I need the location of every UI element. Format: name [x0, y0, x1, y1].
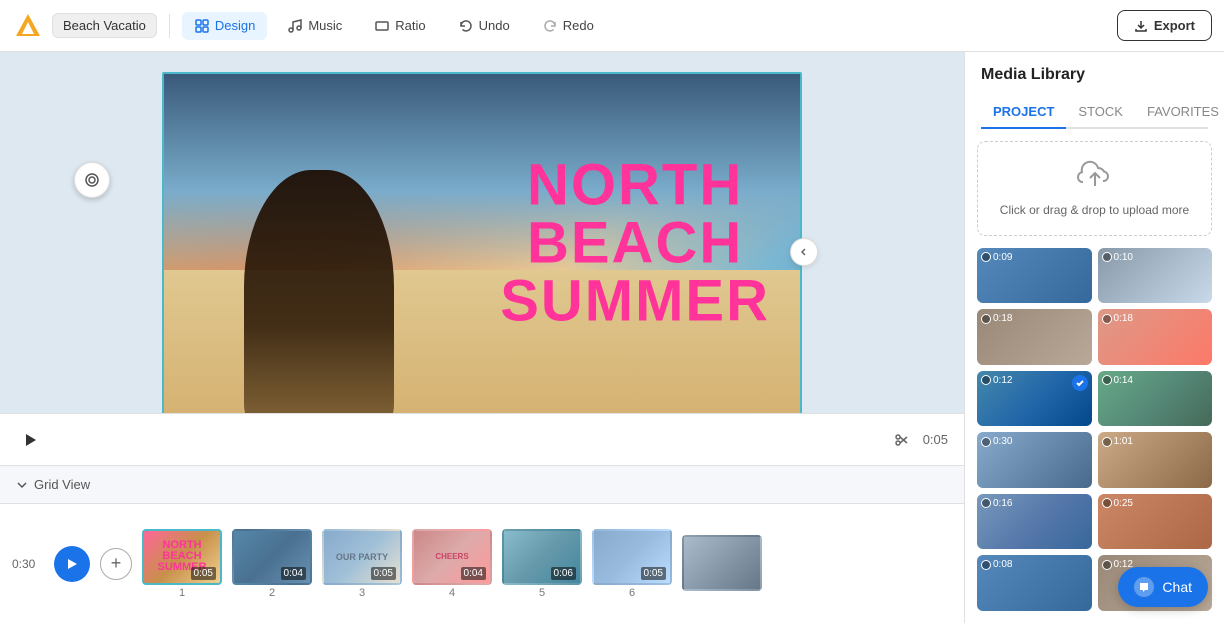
media-item-10[interactable]: 0:25 — [1098, 494, 1213, 550]
media-item-4[interactable]: 0:18 — [1098, 309, 1213, 365]
timeline: 0:30 + NORTHBEACHSUMMER 0:05 1 0:04 — [0, 503, 964, 623]
clip-2[interactable]: 0:04 2 — [232, 529, 312, 599]
export-icon — [1134, 19, 1148, 33]
scissors-btn[interactable] — [893, 431, 911, 449]
media-duration-1: 0:09 — [981, 252, 1012, 263]
chat-btn[interactable]: Chat — [1118, 567, 1208, 607]
clip-4[interactable]: CHEERS 0:04 4 — [412, 529, 492, 599]
logo — [12, 10, 44, 42]
media-duration-3: 0:18 — [981, 313, 1012, 324]
media-duration-6: 0:14 — [1102, 375, 1133, 386]
upload-text: Click or drag & drop to upload more — [1000, 202, 1189, 219]
media-duration-10: 0:25 — [1102, 498, 1133, 509]
clip-thumb-7[interactable] — [682, 535, 762, 591]
media-duration-7: 0:30 — [981, 436, 1012, 447]
media-check-5 — [1072, 375, 1088, 391]
undo-btn[interactable]: Undo — [446, 12, 522, 40]
timeline-time: 0:30 — [12, 557, 44, 571]
media-item-6[interactable]: 0:14 — [1098, 371, 1213, 427]
clip-thumb-2[interactable]: 0:04 — [232, 529, 312, 585]
redo-btn[interactable]: Redo — [530, 12, 606, 40]
media-library-title: Media Library — [981, 66, 1208, 84]
clip-thumb-6[interactable]: 0:05 — [592, 529, 672, 585]
redo-icon — [542, 18, 558, 34]
tab-favorites[interactable]: FAVORITES — [1135, 96, 1224, 129]
media-duration-8: 1:01 — [1102, 436, 1133, 447]
tab-project[interactable]: PROJECT — [981, 96, 1066, 129]
time-display: 0:05 — [923, 432, 948, 447]
media-item-1[interactable]: 0:09 — [977, 248, 1092, 304]
add-clip-btn[interactable]: + — [100, 548, 132, 580]
canvas-video: NORTH BEACH SUMMER — [164, 74, 800, 413]
main-content: NORTH BEACH SUMMER — [0, 52, 1224, 623]
export-btn[interactable]: Export — [1117, 10, 1212, 41]
media-item-2[interactable]: 0:10 — [1098, 248, 1213, 304]
media-duration-9: 0:16 — [981, 498, 1012, 509]
playback-bar: 0:05 — [0, 413, 964, 465]
filter-btn[interactable] — [74, 162, 110, 198]
project-name-btn[interactable]: Beach Vacatio — [52, 13, 157, 38]
clip-1[interactable]: NORTHBEACHSUMMER 0:05 1 — [142, 529, 222, 599]
media-item-7[interactable]: 0:30 — [977, 432, 1092, 488]
canvas-text: NORTH BEACH SUMMER — [500, 156, 770, 330]
divider — [169, 14, 170, 38]
clip-thumb-4[interactable]: CHEERS 0:04 — [412, 529, 492, 585]
media-duration-5: 0:12 — [981, 375, 1012, 386]
media-duration-2: 0:10 — [1102, 252, 1133, 263]
chat-icon — [1134, 577, 1154, 597]
canvas-container: NORTH BEACH SUMMER — [162, 72, 802, 413]
media-library-header: Media Library PROJECT STOCK FAVORITES — [965, 52, 1224, 129]
timeline-play-btn[interactable] — [54, 546, 90, 582]
play-button-small[interactable] — [16, 426, 44, 454]
topbar: Beach Vacatio Design Music Ratio Undo Re… — [0, 0, 1224, 52]
media-tabs: PROJECT STOCK FAVORITES — [981, 96, 1208, 129]
media-duration-4: 0:18 — [1102, 313, 1133, 324]
upload-area[interactable]: Click or drag & drop to upload more — [977, 141, 1212, 236]
ratio-btn[interactable]: Ratio — [362, 12, 437, 40]
clip-thumb-3[interactable]: OUR PARTY 0:05 — [322, 529, 402, 585]
clip-thumb-5[interactable]: 0:06 — [502, 529, 582, 585]
clip-5[interactable]: 0:06 5 — [502, 529, 582, 599]
media-item-3[interactable]: 0:18 — [977, 309, 1092, 365]
media-duration-11: 0:08 — [981, 559, 1012, 570]
media-item-11[interactable]: 0:08 — [977, 555, 1092, 611]
media-item-8[interactable]: 1:01 — [1098, 432, 1213, 488]
undo-icon — [458, 18, 474, 34]
clip-6[interactable]: 0:05 6 — [592, 529, 672, 599]
grid-view-bar: Grid View — [0, 465, 964, 503]
design-icon — [194, 18, 210, 34]
upload-icon — [1077, 158, 1113, 194]
tab-stock[interactable]: STOCK — [1066, 96, 1135, 129]
music-icon — [287, 18, 303, 34]
media-item-5[interactable]: 0:12 — [977, 371, 1092, 427]
clip-7[interactable] — [682, 535, 762, 593]
ratio-icon — [374, 18, 390, 34]
grid-view-toggle[interactable]: Grid View — [16, 477, 90, 492]
media-item-9[interactable]: 0:16 — [977, 494, 1092, 550]
design-btn[interactable]: Design — [182, 12, 267, 40]
media-library-panel: Media Library PROJECT STOCK FAVORITES Cl… — [964, 52, 1224, 623]
clip-3[interactable]: OUR PARTY 0:05 3 — [322, 529, 402, 599]
music-btn[interactable]: Music — [275, 12, 354, 40]
clip-thumb-1[interactable]: NORTHBEACHSUMMER 0:05 — [142, 529, 222, 585]
canvas-wrapper: NORTH BEACH SUMMER — [0, 52, 964, 413]
collapse-panel-btn[interactable] — [790, 238, 818, 266]
canvas-area: NORTH BEACH SUMMER — [0, 52, 964, 413]
